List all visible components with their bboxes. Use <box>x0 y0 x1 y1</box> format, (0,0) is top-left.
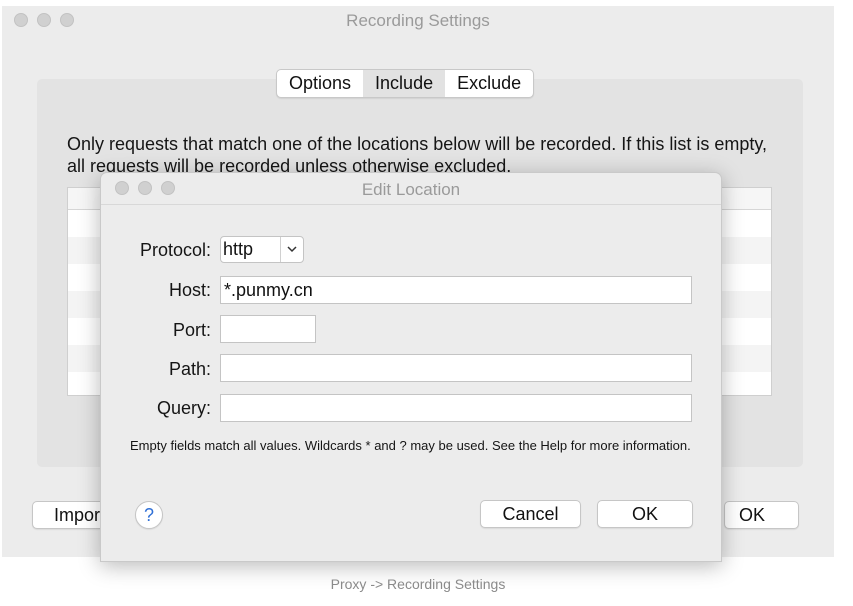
figure-caption: Proxy -> Recording Settings <box>330 576 506 592</box>
wildcard-note: Empty fields match all values. Wildcards… <box>130 438 691 453</box>
tab-include[interactable]: Include <box>363 70 446 97</box>
protocol-value: http <box>223 239 254 259</box>
query-label: Query: <box>156 398 211 418</box>
dialog-title: Edit Location <box>361 180 461 199</box>
host-input[interactable]: *.punmy.cn <box>220 276 692 304</box>
ok-button[interactable]: OK <box>724 501 799 529</box>
dialog-titlebar[interactable]: Edit Location <box>101 173 721 205</box>
query-input[interactable] <box>220 394 692 422</box>
path-input[interactable] <box>220 354 692 382</box>
tab-options[interactable]: Options <box>277 70 363 97</box>
help-button[interactable]: ? <box>135 501 163 529</box>
protocol-select[interactable]: http <box>220 236 304 263</box>
include-description: Only requests that match one of the loca… <box>67 134 767 176</box>
window-title: Recording Settings <box>346 11 490 30</box>
tab-exclude[interactable]: Exclude <box>445 70 533 97</box>
port-input[interactable] <box>220 315 316 343</box>
dialog-ok-button[interactable]: OK <box>597 500 693 528</box>
chevron-down-icon[interactable] <box>280 237 303 262</box>
edit-location-dialog: Edit Location Protocol: http Host: *.pun… <box>100 172 722 562</box>
cancel-button[interactable]: Cancel <box>480 500 581 528</box>
path-label: Path: <box>168 359 211 379</box>
port-label: Port: <box>172 320 211 340</box>
settings-tabs: Options Include Exclude <box>276 69 535 98</box>
host-label: Host: <box>168 280 211 300</box>
protocol-label: Protocol: <box>139 240 211 260</box>
window-titlebar[interactable]: Recording Settings <box>2 6 834 36</box>
